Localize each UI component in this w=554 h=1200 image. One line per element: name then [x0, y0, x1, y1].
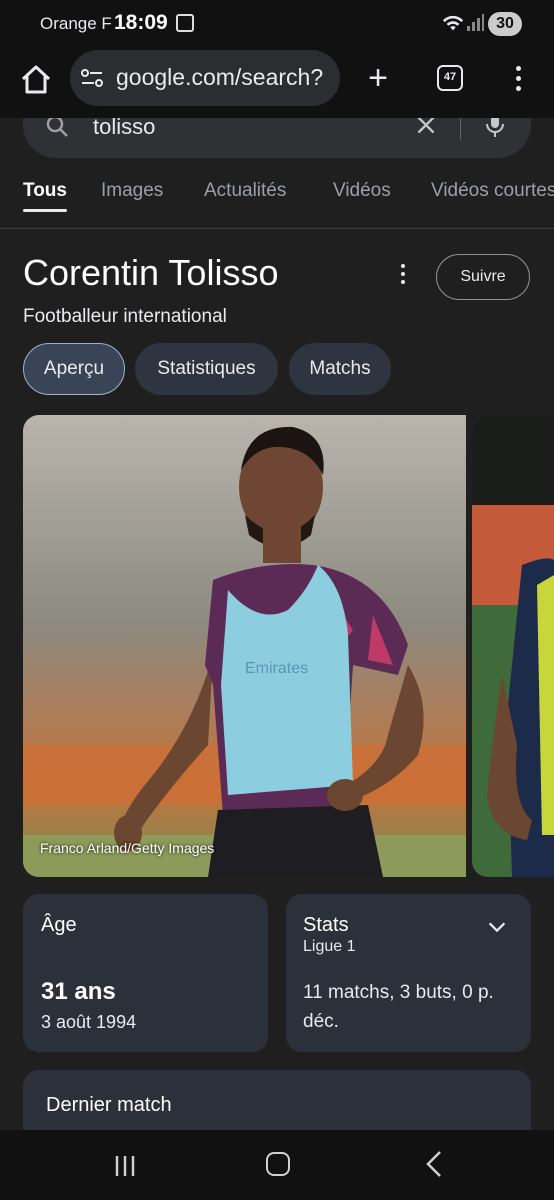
chip-overview[interactable]: Aperçu — [23, 343, 125, 395]
stats-value: 11 matchs, 3 buts, 0 p. déc. — [303, 982, 494, 1032]
chevron-down-icon[interactable] — [486, 916, 508, 938]
active-tab-indicator — [23, 209, 67, 212]
tab-videos[interactable]: Vidéos — [333, 180, 391, 202]
recent-apps-icon[interactable] — [113, 1154, 137, 1178]
age-value: 31 ans — [41, 978, 116, 1005]
url-text[interactable]: google.com/search? — [116, 64, 323, 91]
address-bar[interactable]: google.com/search? — [70, 50, 340, 106]
last-match-label: Dernier match — [46, 1094, 172, 1116]
tab-news[interactable]: Actualités — [204, 180, 286, 202]
tab-images[interactable]: Images — [101, 180, 163, 202]
home-nav-icon[interactable] — [266, 1152, 290, 1176]
player-photo[interactable]: Emirates — [23, 415, 466, 877]
menu-icon[interactable] — [506, 64, 530, 94]
chip-matches[interactable]: Matchs — [289, 343, 391, 395]
tab-short-videos[interactable]: Vidéos courtes — [431, 180, 554, 202]
tab-switcher-button[interactable]: 47 — [437, 65, 463, 91]
back-icon[interactable] — [424, 1150, 444, 1178]
age-card[interactable]: Âge 31 ans 3 août 1994 — [23, 894, 268, 1052]
clock: 18:09 — [114, 11, 168, 34]
tab-all[interactable]: Tous — [23, 180, 67, 202]
home-icon[interactable] — [18, 62, 54, 98]
status-bar: Orange F 18:09 30 — [0, 0, 554, 48]
search-tabs: Tous Images Actualités Vidéos Vidéos cou… — [0, 170, 554, 229]
site-settings-icon[interactable] — [80, 66, 104, 90]
stats-card[interactable]: Stats Ligue 1 11 matchs, 3 buts, 0 p. dé… — [286, 894, 531, 1052]
battery-indicator: 30 — [488, 12, 522, 36]
stats-league: Ligue 1 — [303, 938, 356, 955]
player-photo-secondary[interactable] — [472, 415, 554, 877]
chip-statistics[interactable]: Statistiques — [135, 343, 278, 395]
system-navigation-bar — [0, 1130, 554, 1200]
wifi-icon — [442, 15, 464, 31]
image-credit: Franco Arland/Getty Images — [40, 840, 215, 856]
entity-subtitle: Footballeur international — [23, 306, 227, 327]
age-label: Âge — [41, 914, 77, 936]
follow-button[interactable]: Suivre — [436, 254, 530, 300]
carrier-label: Orange F — [40, 14, 112, 33]
entity-title: Corentin Tolisso — [23, 252, 279, 293]
browser-toolbar: google.com/search? + 47 — [0, 48, 554, 118]
screen-record-icon — [176, 14, 194, 32]
more-options-icon[interactable] — [396, 264, 410, 290]
birthdate: 3 août 1994 — [41, 1012, 137, 1032]
stats-label: Stats — [303, 914, 349, 936]
new-tab-button[interactable]: + — [362, 60, 394, 96]
signal-icon — [467, 14, 484, 31]
svg-text:Emirates: Emirates — [245, 660, 308, 677]
